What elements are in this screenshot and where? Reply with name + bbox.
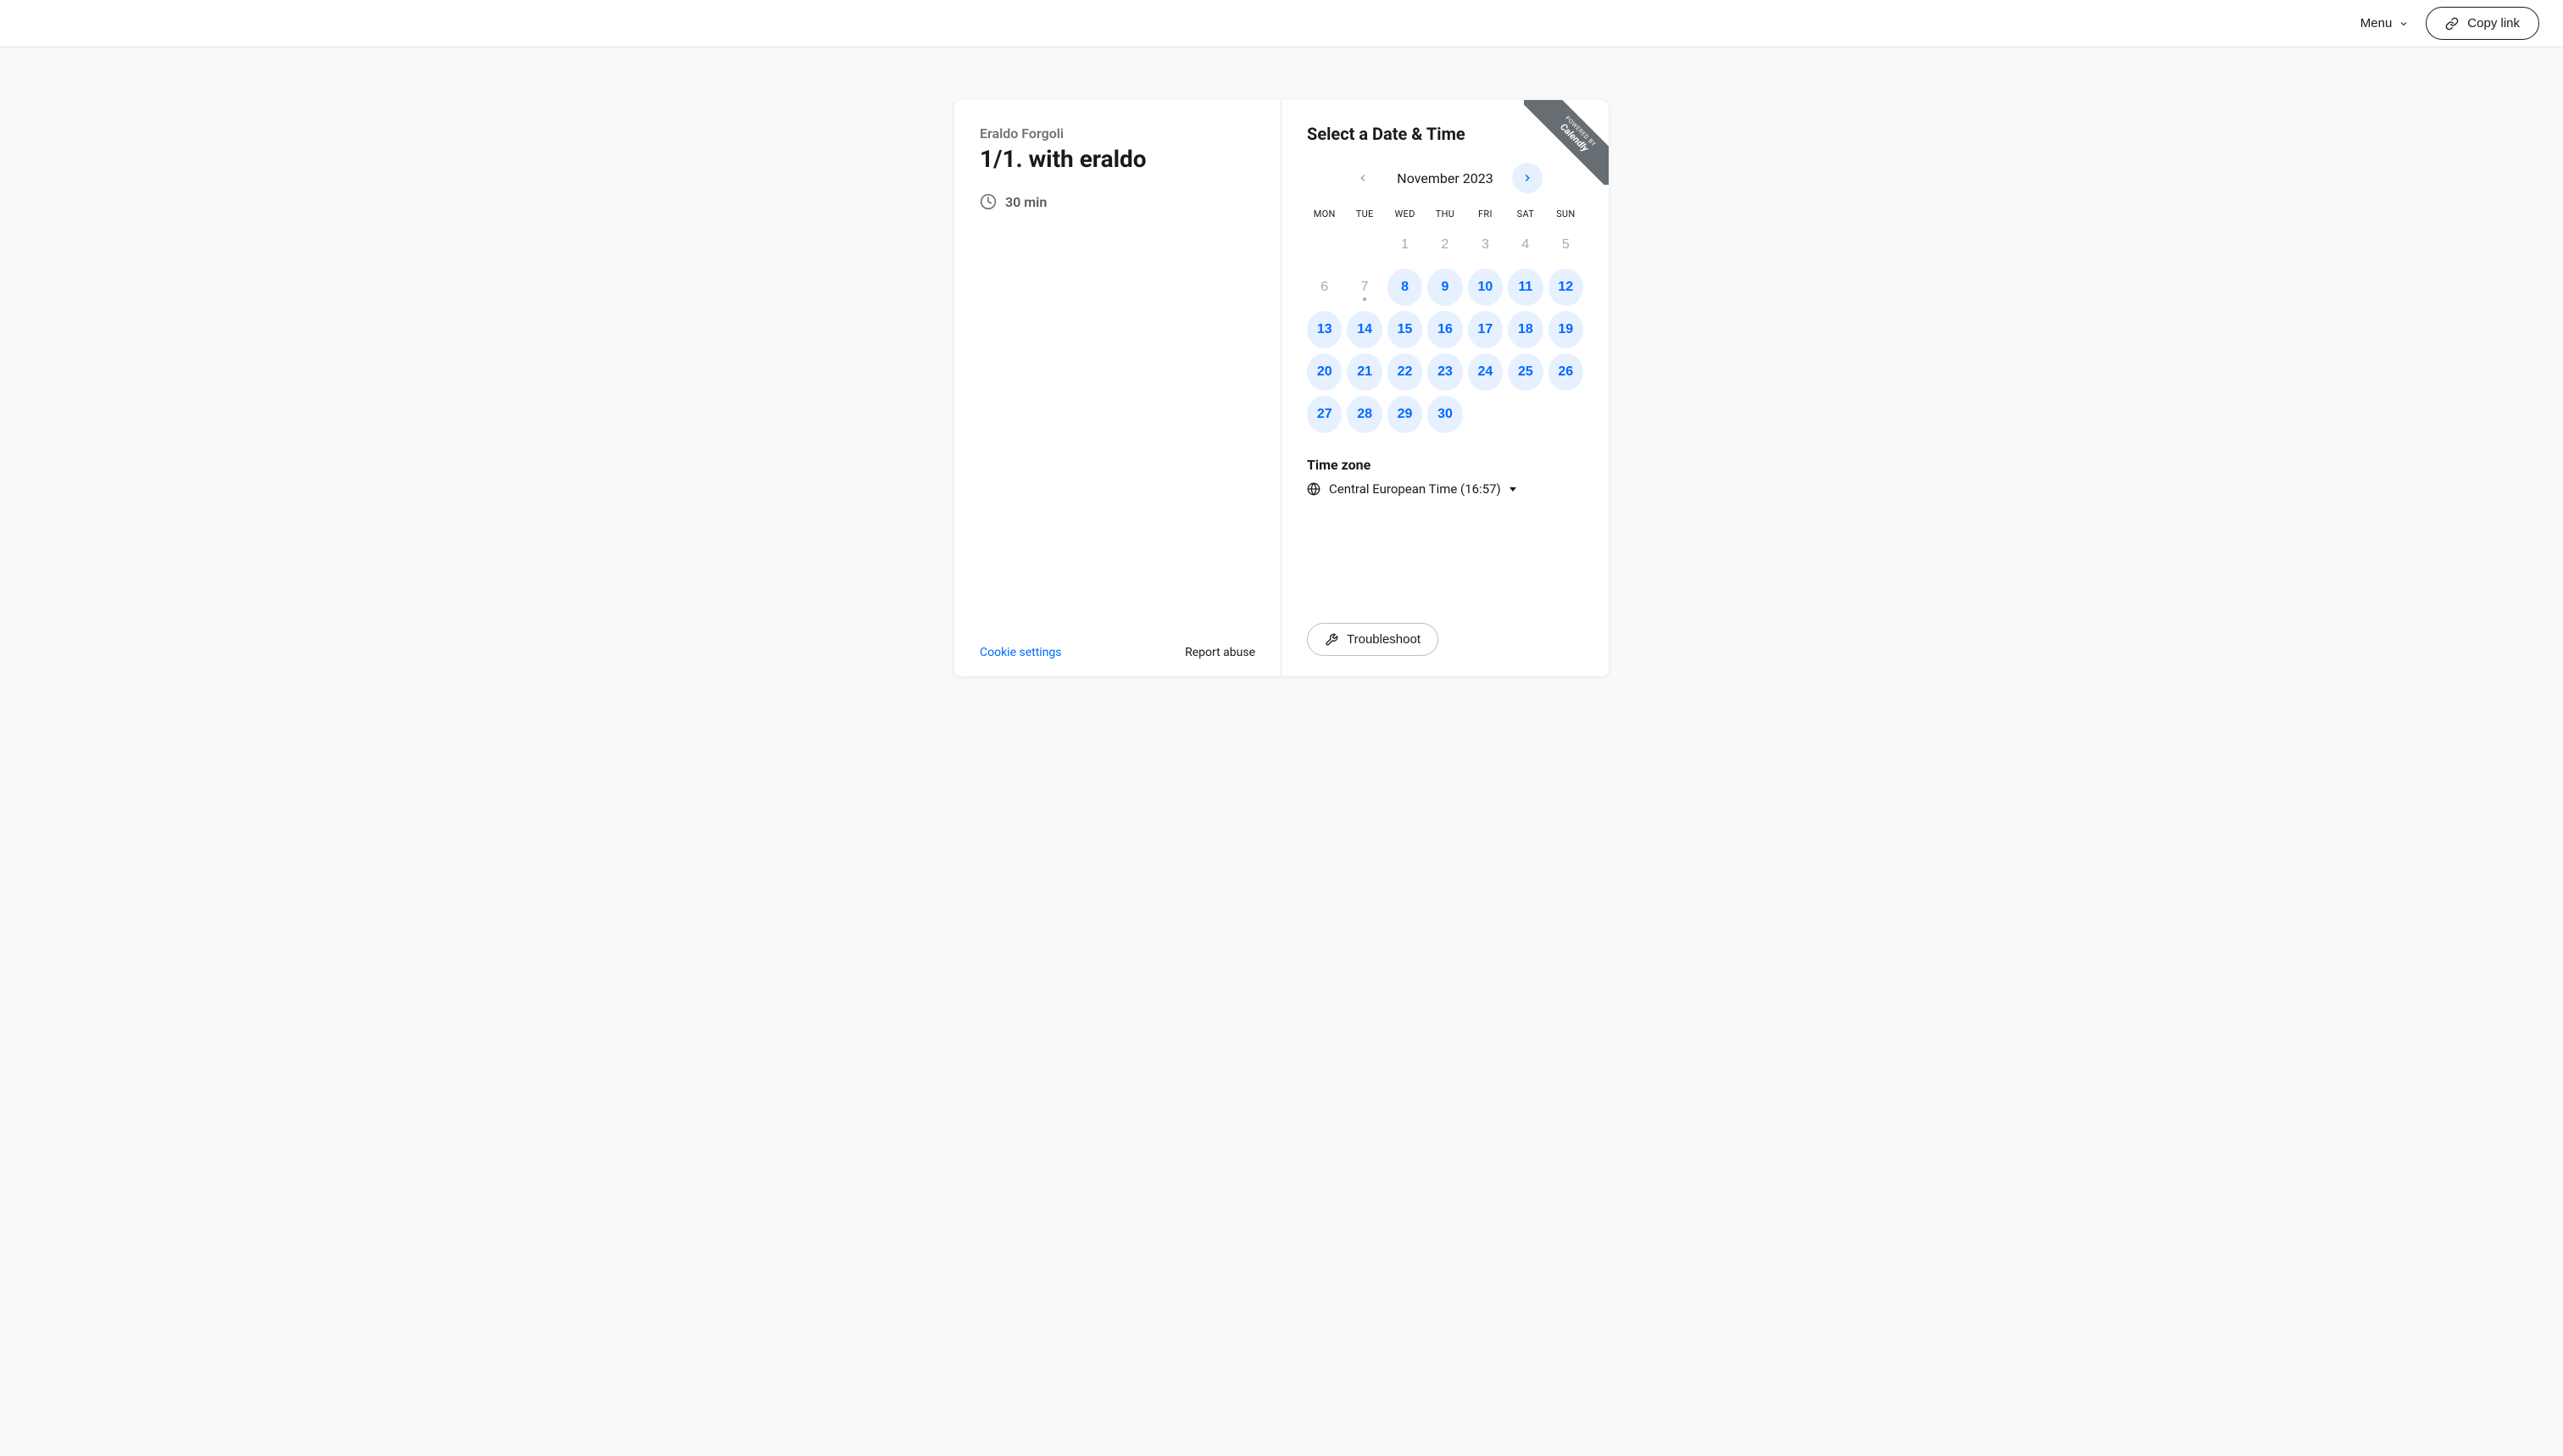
left-footer: Cookie settings Report abuse xyxy=(980,646,1255,659)
calendar-day-22[interactable]: 22 xyxy=(1387,353,1422,391)
calendar-day-3: 3 xyxy=(1468,226,1503,264)
chevron-left-icon xyxy=(1357,172,1369,184)
calendar-day-6: 6 xyxy=(1307,269,1342,306)
calendar-day-21[interactable]: 21 xyxy=(1347,353,1382,391)
menu-label: Menu xyxy=(2360,16,2393,31)
wrench-icon xyxy=(1325,633,1338,647)
calendar-day-17[interactable]: 17 xyxy=(1468,311,1503,348)
caret-down-icon xyxy=(1509,487,1516,492)
host-name: Eraldo Forgoli xyxy=(980,125,1255,142)
booking-card: Eraldo Forgoli 1/1. with eraldo 30 min C… xyxy=(954,100,1609,676)
timezone-section: Time zone Central European Time (16:57) xyxy=(1307,457,1583,497)
calendar-day-8[interactable]: 8 xyxy=(1387,269,1422,306)
calendar-day-19[interactable]: 19 xyxy=(1548,311,1583,348)
troubleshoot-button[interactable]: Troubleshoot xyxy=(1307,623,1438,656)
calendar-day-10[interactable]: 10 xyxy=(1468,269,1503,306)
calendar-day-11[interactable]: 11 xyxy=(1508,269,1543,306)
calendar-day-23[interactable]: 23 xyxy=(1427,353,1462,391)
calendar-day-13[interactable]: 13 xyxy=(1307,311,1342,348)
clock-icon xyxy=(980,193,997,210)
weekday-header: THU xyxy=(1427,208,1462,220)
calendar-day-24[interactable]: 24 xyxy=(1468,353,1503,391)
calendar-day-28[interactable]: 28 xyxy=(1347,396,1382,433)
copy-link-label: Copy link xyxy=(2467,16,2520,31)
prev-month-button[interactable] xyxy=(1348,163,1378,193)
report-abuse-link[interactable]: Report abuse xyxy=(1185,646,1255,659)
weekday-header: MON xyxy=(1307,208,1342,220)
event-title: 1/1. with eraldo xyxy=(980,145,1255,173)
calendar-day-9[interactable]: 9 xyxy=(1427,269,1462,306)
calendar-day-14[interactable]: 14 xyxy=(1347,311,1382,348)
weekday-header: TUE xyxy=(1347,208,1382,220)
next-month-button[interactable] xyxy=(1512,163,1543,193)
chevron-down-icon xyxy=(2399,19,2409,29)
calendar-day-27[interactable]: 27 xyxy=(1307,396,1342,433)
event-details-panel: Eraldo Forgoli 1/1. with eraldo 30 min C… xyxy=(954,100,1282,676)
calendar-day-29[interactable]: 29 xyxy=(1387,396,1422,433)
calendar-grid: 1234567891011121314151617181920212223242… xyxy=(1307,226,1583,433)
troubleshoot-label: Troubleshoot xyxy=(1347,632,1420,647)
calendar-day-12[interactable]: 12 xyxy=(1548,269,1583,306)
calendar-day-4: 4 xyxy=(1508,226,1543,264)
weekday-header: WED xyxy=(1387,208,1422,220)
globe-icon xyxy=(1307,482,1320,496)
menu-button[interactable]: Menu xyxy=(2360,16,2410,31)
main-area: Eraldo Forgoli 1/1. with eraldo 30 min C… xyxy=(0,47,2563,676)
weekday-header: SUN xyxy=(1548,208,1583,220)
duration-text: 30 min xyxy=(1005,194,1047,210)
cookie-settings-link[interactable]: Cookie settings xyxy=(980,646,1062,659)
timezone-label: Time zone xyxy=(1307,457,1583,473)
date-picker-panel: POWERED BY Calendly Select a Date & Time… xyxy=(1282,100,1609,676)
calendar-day-16[interactable]: 16 xyxy=(1427,311,1462,348)
month-navigation: November 2023 xyxy=(1307,163,1583,193)
calendar-day-25[interactable]: 25 xyxy=(1508,353,1543,391)
weekday-header-row: MON TUE WED THU FRI SAT SUN xyxy=(1307,208,1583,220)
current-month-label: November 2023 xyxy=(1390,170,1500,186)
top-bar: Menu Copy link xyxy=(0,0,2563,47)
copy-link-button[interactable]: Copy link xyxy=(2426,7,2539,40)
calendar-day-18[interactable]: 18 xyxy=(1508,311,1543,348)
chevron-right-icon xyxy=(1521,172,1533,184)
link-icon xyxy=(2445,17,2459,31)
calendar-day-20[interactable]: 20 xyxy=(1307,353,1342,391)
select-date-heading: Select a Date & Time xyxy=(1307,124,1583,144)
calendar-day-7: 7 xyxy=(1347,269,1382,306)
calendar-day-30[interactable]: 30 xyxy=(1427,396,1462,433)
calendar-day-26[interactable]: 26 xyxy=(1548,353,1583,391)
duration-row: 30 min xyxy=(980,193,1255,210)
weekday-header: FRI xyxy=(1468,208,1503,220)
calendar-day-15[interactable]: 15 xyxy=(1387,311,1422,348)
weekday-header: SAT xyxy=(1508,208,1543,220)
calendar-day-2: 2 xyxy=(1427,226,1462,264)
timezone-value: Central European Time (16:57) xyxy=(1329,481,1501,497)
timezone-selector[interactable]: Central European Time (16:57) xyxy=(1307,481,1583,497)
calendar-day-5: 5 xyxy=(1548,226,1583,264)
calendar-day-1: 1 xyxy=(1387,226,1422,264)
